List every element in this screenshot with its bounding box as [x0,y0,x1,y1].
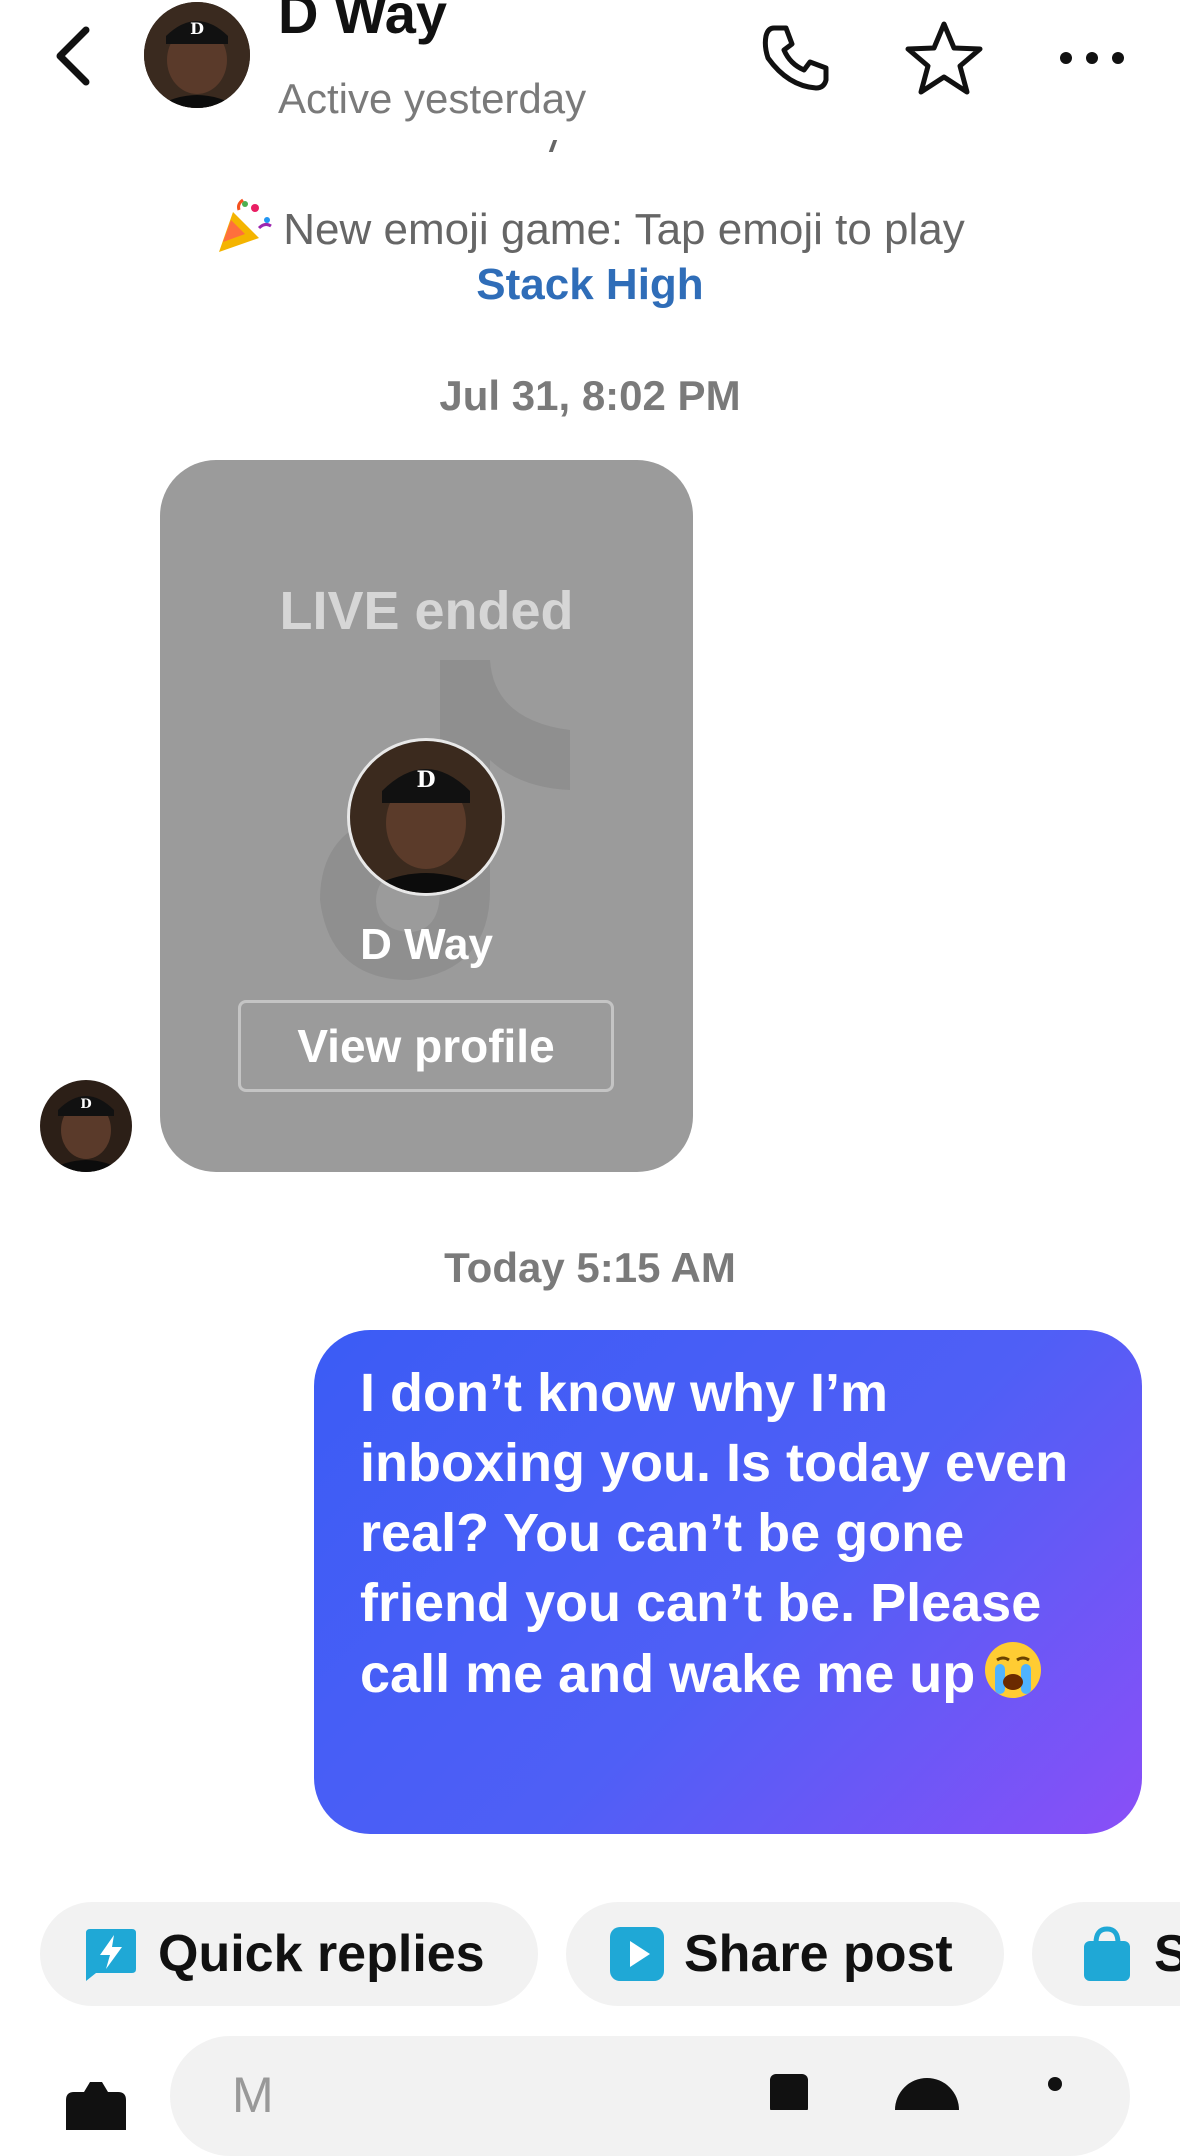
avatar-photo: D [144,2,250,108]
favorite-button[interactable] [904,18,984,98]
camera-icon[interactable] [56,2070,136,2130]
call-button[interactable] [756,18,836,98]
message-timestamp: Jul 31, 8:02 PM [439,372,741,419]
message-composer[interactable]: M [170,2036,1130,2156]
quick-replies-label: Quick replies [158,1925,485,1983]
view-profile-button[interactable]: View profile [238,1000,614,1092]
live-ended-card[interactable]: LIVE ended D D Way View profile [160,460,693,1172]
outgoing-message-bubble[interactable]: I don’t know why I’m inboxing you. Is to… [314,1330,1142,1834]
svg-text:D: D [80,1097,91,1112]
live-ended-label: LIVE ended [279,581,574,641]
sender-avatar[interactable]: D [40,1080,132,1172]
notice-text: New emoji game: Tap emoji to play [283,205,965,254]
message-timestamp: Today 5:15 AM [444,1244,736,1291]
lightning-bubble-icon [86,1929,136,1981]
more-options-button[interactable] [1052,18,1132,98]
message-body: I don’t know why I’m inboxing you. Is to… [360,1363,1069,1704]
back-button[interactable] [48,22,100,90]
party-popper-icon [219,198,273,252]
chat-header: D D Way Active yesterday [0,0,1180,150]
emoji-icon[interactable] [892,2070,962,2110]
ellipsis-icon [1060,52,1124,64]
live-host-name: D Way [360,920,493,969]
share-post-label: Share post [684,1925,953,1983]
phone-icon [762,25,829,91]
shop-label: S [1154,1925,1180,1983]
more-icon[interactable] [1040,2070,1070,2110]
contact-name: D Way [278,0,448,45]
loudly-crying-face-icon [985,1642,1042,1698]
contact-avatar[interactable]: D [144,2,250,108]
shop-chip[interactable]: S [1032,1902,1180,2006]
image-icon[interactable] [764,2070,814,2110]
quick-replies-chip[interactable]: Quick replies [40,1902,538,2006]
message-text: I don’t know why I’m inboxing you. Is to… [360,1358,1096,1709]
share-post-chip[interactable]: Share post [566,1902,1004,2006]
svg-text:D: D [190,19,204,38]
shopping-bag-icon [1084,1926,1130,1981]
emoji-game-notice: New emoji game: Tap emoji to play [0,198,1180,257]
play-square-icon [610,1927,664,1981]
chevron-left-icon [56,26,90,86]
composer-placeholder: M [232,2067,274,2123]
star-icon [905,21,983,95]
svg-text:D: D [416,767,435,793]
live-host-avatar: D [347,738,505,896]
stack-high-link[interactable]: Stack High [0,260,1180,310]
active-status: Active yesterday [278,75,587,122]
